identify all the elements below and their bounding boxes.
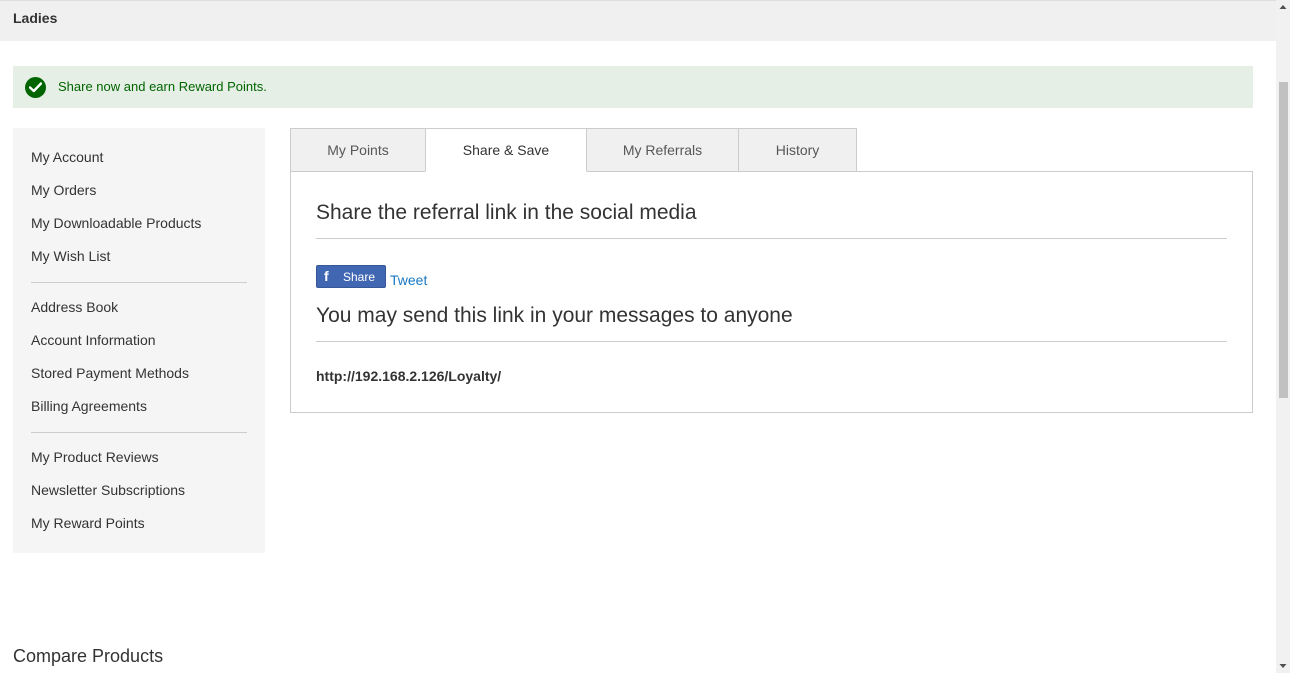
top-bar: Ladies (0, 0, 1276, 41)
success-message: Share now and earn Reward Points. (13, 66, 1253, 108)
account-sidebar: My Account My Orders My Downloadable Pro… (13, 128, 265, 553)
sidebar-item-account-information[interactable]: Account Information (31, 332, 156, 348)
section-title: Ladies (13, 10, 58, 26)
sidebar-item-billing-agreements[interactable]: Billing Agreements (31, 398, 147, 414)
sidebar-divider (31, 432, 247, 433)
sidebar-item-downloadable-products[interactable]: My Downloadable Products (31, 215, 201, 231)
sidebar-item-stored-payment-methods[interactable]: Stored Payment Methods (31, 365, 189, 381)
sidebar-divider (31, 282, 247, 283)
social-share-heading: Share the referral link in the social me… (316, 201, 697, 224)
scrollbar-thumb[interactable] (1279, 82, 1288, 398)
page: Ladies Share now and earn Reward Points.… (0, 0, 1276, 673)
sidebar-item-reward-points[interactable]: My Reward Points (31, 515, 145, 531)
facebook-share-button[interactable]: f Share (316, 265, 386, 288)
sidebar-item-my-orders[interactable]: My Orders (31, 182, 96, 198)
check-circle-icon (25, 77, 46, 98)
success-message-text: Share now and earn Reward Points. (58, 79, 267, 94)
sidebar-item-newsletter-subscriptions[interactable]: Newsletter Subscriptions (31, 482, 185, 498)
facebook-share-label: Share (343, 270, 376, 284)
message-link-heading: You may send this link in your messages … (316, 304, 793, 327)
compare-products-title: Compare Products (13, 646, 164, 666)
referral-link: http://192.168.2.126/Loyalty/ (316, 368, 502, 384)
sidebar-item-my-account[interactable]: My Account (31, 149, 103, 165)
facebook-f-icon: f (324, 268, 329, 284)
sidebar-item-wish-list[interactable]: My Wish List (31, 248, 110, 264)
tab-history[interactable]: History (738, 128, 857, 172)
tab-my-points[interactable]: My Points (290, 128, 426, 172)
sidebar-item-address-book[interactable]: Address Book (31, 299, 118, 315)
tab-my-referrals[interactable]: My Referrals (586, 128, 739, 172)
heading-divider (316, 238, 1227, 239)
scroll-up-arrow-icon[interactable] (1276, 0, 1290, 14)
heading-divider (316, 341, 1227, 342)
sidebar-item-product-reviews[interactable]: My Product Reviews (31, 449, 159, 465)
vertical-scrollbar[interactable] (1276, 0, 1290, 673)
tweet-link[interactable]: Tweet (390, 272, 427, 288)
tab-share-and-save[interactable]: Share & Save (425, 128, 587, 172)
scroll-down-arrow-icon[interactable] (1276, 659, 1290, 673)
share-and-save-panel: Share the referral link in the social me… (290, 171, 1253, 413)
